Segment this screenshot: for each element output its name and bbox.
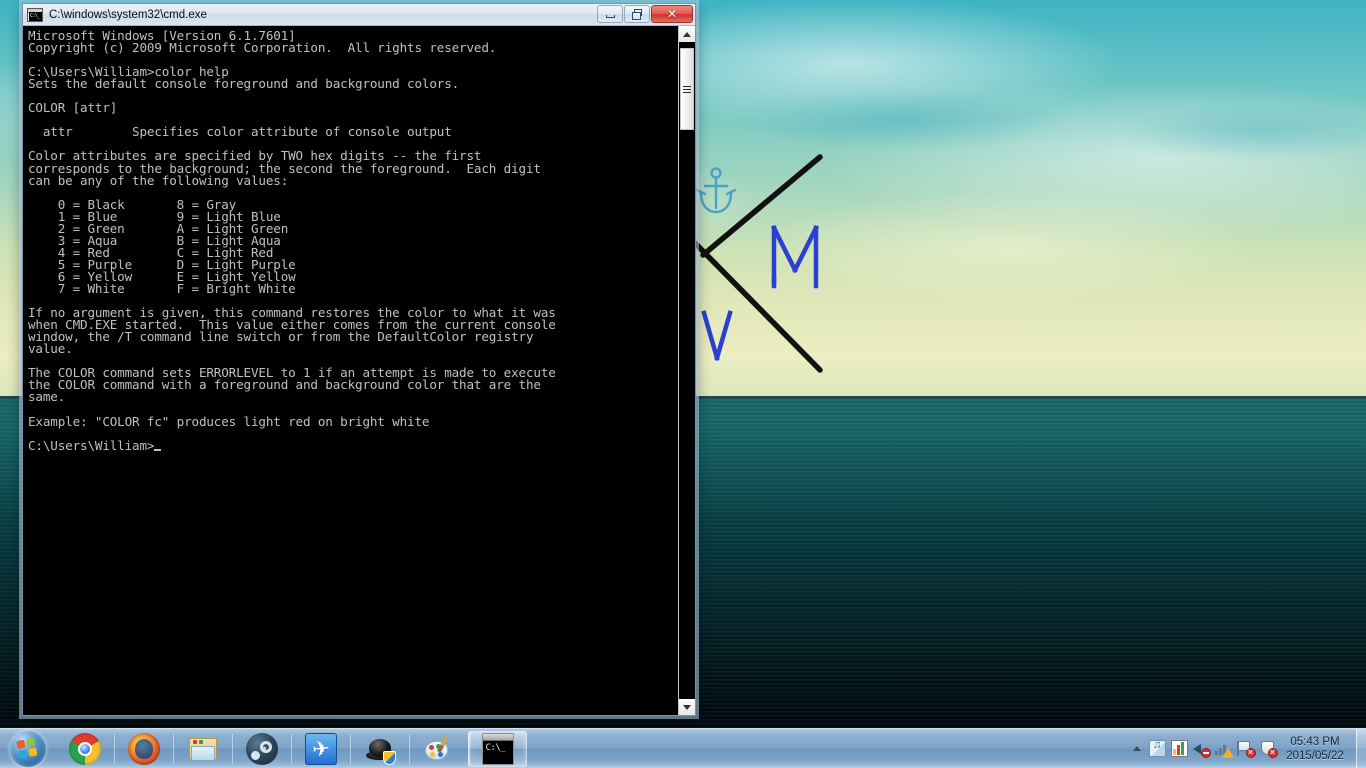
cmd-icon [27, 7, 43, 22]
scroll-up-arrow[interactable] [679, 26, 695, 42]
taskbar-item-plane[interactable] [291, 731, 350, 767]
start-button[interactable] [1, 730, 55, 768]
console-line: Copyright (c) 2009 Microsoft Corporation… [28, 40, 497, 56]
cmd-window[interactable]: C:\windows\system32\cmd.exe ✕ Microsoft … [22, 3, 696, 716]
taskbar-item-explorer[interactable] [173, 731, 232, 767]
taskbar-item-firefox[interactable] [114, 731, 173, 767]
clock-date: 2015/05/22 [1286, 749, 1344, 762]
console-prompt-line[interactable]: C:\Users\William> [28, 439, 678, 452]
action-center-flag-error-icon: ✕ [1236, 740, 1256, 758]
minimize-button[interactable] [597, 5, 623, 23]
paint-palette-icon [423, 733, 455, 765]
close-button[interactable]: ✕ [651, 5, 693, 23]
tray-security[interactable]: ✕ [1256, 735, 1278, 763]
console-line: the COLOR command with a foreground and … [28, 377, 541, 393]
cmd-window-title: C:\windows\system32\cmd.exe [49, 8, 207, 21]
tray-volume[interactable] [1190, 735, 1212, 763]
windows-flag-icon [16, 737, 40, 761]
console-line: attr Specifies color attribute of consol… [28, 124, 452, 140]
chevron-down-icon [683, 704, 691, 710]
tray-media-player[interactable] [1146, 735, 1168, 763]
taskbar-item-paint[interactable] [409, 731, 468, 767]
console-line: COLOR [attr] [28, 100, 118, 116]
console-line: Example: "COLOR fc" produces light red o… [28, 413, 430, 429]
speaker-muted-icon [1192, 740, 1211, 758]
taskbar[interactable]: ✕ ✕ 05:43 PM 2015/05/22 [0, 728, 1366, 768]
taskbar-items [55, 730, 527, 768]
clock-time: 05:43 PM [1290, 735, 1340, 748]
taskbar-item-ink[interactable] [350, 731, 409, 767]
tray-action-center[interactable]: ✕ [1234, 735, 1256, 763]
clock[interactable]: 05:43 PM 2015/05/22 [1278, 729, 1352, 768]
scroll-thumb[interactable] [680, 48, 694, 130]
command-prompt-icon [481, 732, 514, 765]
chrome-icon [68, 732, 101, 765]
security-shield-error-icon: ✕ [1259, 740, 1278, 758]
close-icon: ✕ [666, 7, 678, 21]
tray-equalizer[interactable] [1168, 735, 1190, 763]
windows-explorer-icon [187, 733, 219, 765]
media-player-icon [1148, 739, 1166, 757]
taskbar-item-cmd[interactable] [468, 730, 527, 767]
cmd-client-area: Microsoft Windows [Version 6.1.7601] Copy… [23, 26, 695, 715]
console-line: value. [28, 341, 73, 357]
chevron-up-icon [1133, 746, 1141, 751]
console-line: same. [28, 389, 66, 405]
console-line: window, the /T command line switch or fr… [28, 329, 534, 345]
console-line: can be any of the following values: [28, 172, 289, 188]
cmd-title-bar[interactable]: C:\windows\system32\cmd.exe ✕ [23, 4, 695, 26]
scroll-thumb-grip [683, 85, 691, 93]
windows-start-orb-icon [10, 730, 46, 767]
chevron-up-icon [683, 31, 691, 37]
console-line: 7 = White F = Bright White [28, 280, 296, 296]
minimize-icon [606, 15, 615, 18]
system-tray: ✕ ✕ 05:43 PM 2015/05/22 [1128, 729, 1356, 768]
steam-icon [245, 732, 278, 765]
ink-drop-shield-icon [364, 733, 396, 765]
desktop-screen: C:\windows\system32\cmd.exe ✕ Microsoft … [0, 0, 1366, 768]
taskbar-item-steam[interactable] [232, 731, 291, 767]
airplane-icon [304, 732, 337, 765]
scroll-down-arrow[interactable] [679, 699, 695, 715]
window-controls: ✕ [597, 5, 693, 23]
show-desktop-button[interactable] [1356, 728, 1366, 768]
scrollbar-track[interactable] [679, 42, 695, 699]
console-output[interactable]: Microsoft Windows [Version 6.1.7601] Copy… [23, 26, 678, 715]
console-cursor [154, 448, 162, 451]
restore-button[interactable] [624, 5, 650, 23]
firefox-icon [127, 732, 160, 765]
restore-icon-front [632, 12, 641, 20]
equalizer-bars-icon [1170, 740, 1188, 757]
console-scrollbar[interactable] [678, 26, 695, 715]
show-hidden-icons-chevron[interactable] [1128, 735, 1146, 763]
tray-network[interactable] [1212, 735, 1234, 763]
console-line: Sets the default console foreground and … [28, 76, 460, 92]
taskbar-item-chrome[interactable] [55, 731, 114, 767]
network-warning-icon [1214, 740, 1234, 758]
